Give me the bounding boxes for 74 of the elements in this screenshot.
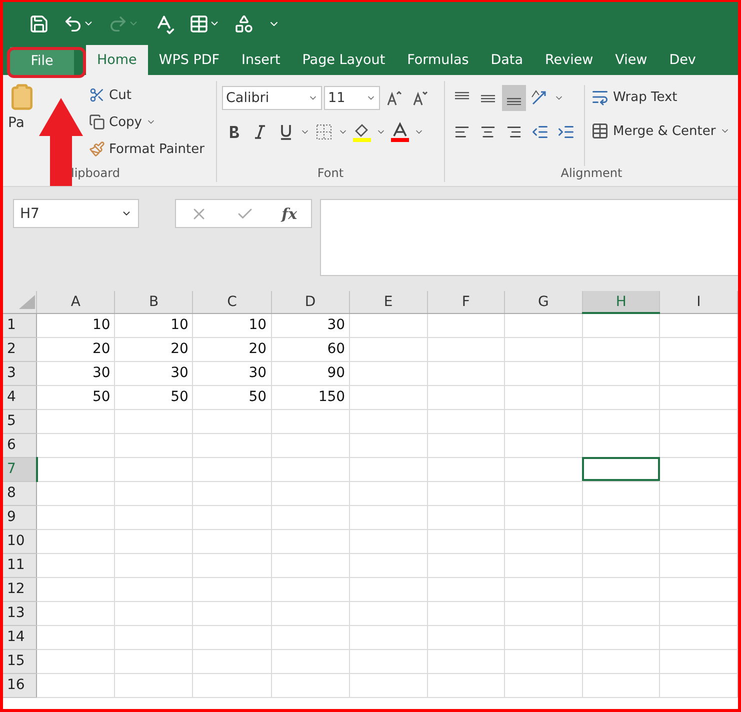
table-cell: 20 bbox=[114, 337, 193, 361]
table-cell: 50 bbox=[192, 385, 272, 409]
table-cell: 10 bbox=[114, 313, 193, 337]
row-header[interactable]: 14 bbox=[3, 625, 37, 649]
save-icon[interactable] bbox=[29, 14, 49, 34]
ribbon-tab[interactable]: WPS PDF bbox=[148, 45, 231, 75]
clipboard-button[interactable]: Cut bbox=[87, 83, 206, 107]
row-header[interactable]: 1 bbox=[3, 313, 37, 337]
column-header[interactable]: C bbox=[192, 291, 272, 313]
row-header[interactable]: 15 bbox=[3, 649, 37, 673]
row-header[interactable]: 16 bbox=[3, 673, 37, 697]
table-cell: 30 bbox=[271, 313, 350, 337]
copy-icon bbox=[89, 114, 105, 130]
ribbon-tab[interactable]: Home bbox=[86, 45, 148, 75]
merge-icon bbox=[591, 122, 609, 140]
column-header[interactable]: H bbox=[582, 291, 660, 313]
row-header[interactable]: 4 bbox=[3, 385, 37, 409]
column-header[interactable]: I bbox=[660, 291, 738, 313]
table-cell: 60 bbox=[271, 337, 350, 361]
vertical-align-icon[interactable] bbox=[502, 85, 526, 111]
row-header[interactable]: 11 bbox=[3, 553, 37, 577]
column-header[interactable]: E bbox=[350, 291, 428, 313]
table-cell: 90 bbox=[271, 361, 350, 385]
table-cell: 30 bbox=[192, 361, 272, 385]
wrap-text-button[interactable]: Wrap Text bbox=[589, 85, 732, 109]
shapes-icon[interactable] bbox=[234, 14, 254, 34]
column-header[interactable]: F bbox=[427, 291, 505, 313]
table-cell: 20 bbox=[36, 337, 115, 361]
insert-function-button[interactable]: fx bbox=[282, 204, 298, 222]
name-box[interactable]: H7 bbox=[13, 199, 139, 228]
merge-center-button[interactable]: Merge & Center bbox=[589, 119, 732, 143]
row-header[interactable]: 2 bbox=[3, 337, 37, 361]
group-label: Alignment bbox=[560, 166, 622, 182]
table-cell: 50 bbox=[36, 385, 115, 409]
table-cell: 30 bbox=[36, 361, 115, 385]
paintbrush-icon bbox=[89, 141, 105, 157]
ribbon-tab[interactable]: Review bbox=[534, 45, 604, 75]
row-header[interactable]: 13 bbox=[3, 601, 37, 625]
undo-icon[interactable] bbox=[63, 14, 94, 34]
ribbon-tab[interactable]: Dev bbox=[658, 45, 707, 75]
row-header[interactable]: 7 bbox=[3, 457, 37, 481]
group-label: Font bbox=[317, 166, 344, 182]
table-cell: 10 bbox=[36, 313, 115, 337]
paste-label[interactable]: Pa bbox=[8, 115, 24, 131]
ribbon-tab[interactable]: Page Layout bbox=[291, 45, 396, 75]
table-cell: 30 bbox=[114, 361, 193, 385]
column-header[interactable]: B bbox=[114, 291, 193, 313]
row-header[interactable]: 10 bbox=[3, 529, 37, 553]
ribbon-tab[interactable]: Formulas bbox=[396, 45, 480, 75]
table-cell: 10 bbox=[192, 313, 272, 337]
table-cell: 150 bbox=[271, 385, 350, 409]
row-header[interactable]: 3 bbox=[3, 361, 37, 385]
column-header[interactable]: G bbox=[504, 291, 582, 313]
column-header[interactable]: A bbox=[36, 291, 115, 313]
row-header[interactable]: 12 bbox=[3, 577, 37, 601]
column-header[interactable]: D bbox=[271, 291, 350, 313]
font-name-field[interactable]: Calibri bbox=[222, 86, 322, 110]
row-header[interactable]: 9 bbox=[3, 505, 37, 529]
clipboard-button[interactable]: Copy bbox=[87, 110, 206, 134]
row-header[interactable]: 6 bbox=[3, 433, 37, 457]
font-size-field[interactable]: 11 bbox=[324, 86, 380, 110]
wrap-text-icon bbox=[591, 88, 609, 106]
ribbon-tab[interactable]: Data bbox=[480, 45, 534, 75]
ribbon-tab[interactable]: Insert bbox=[230, 45, 292, 75]
group-label: lipboard bbox=[71, 166, 120, 182]
table-icon[interactable] bbox=[189, 14, 220, 34]
ribbon-tab[interactable]: View bbox=[604, 45, 658, 75]
table-cell: 50 bbox=[114, 385, 193, 409]
scissors-icon bbox=[89, 87, 105, 103]
formula-field[interactable] bbox=[320, 199, 738, 276]
clipboard-button[interactable]: Format Painter bbox=[87, 137, 206, 161]
row-header[interactable]: 8 bbox=[3, 481, 37, 505]
table-cell: 20 bbox=[192, 337, 272, 361]
row-header[interactable]: 5 bbox=[3, 409, 37, 433]
